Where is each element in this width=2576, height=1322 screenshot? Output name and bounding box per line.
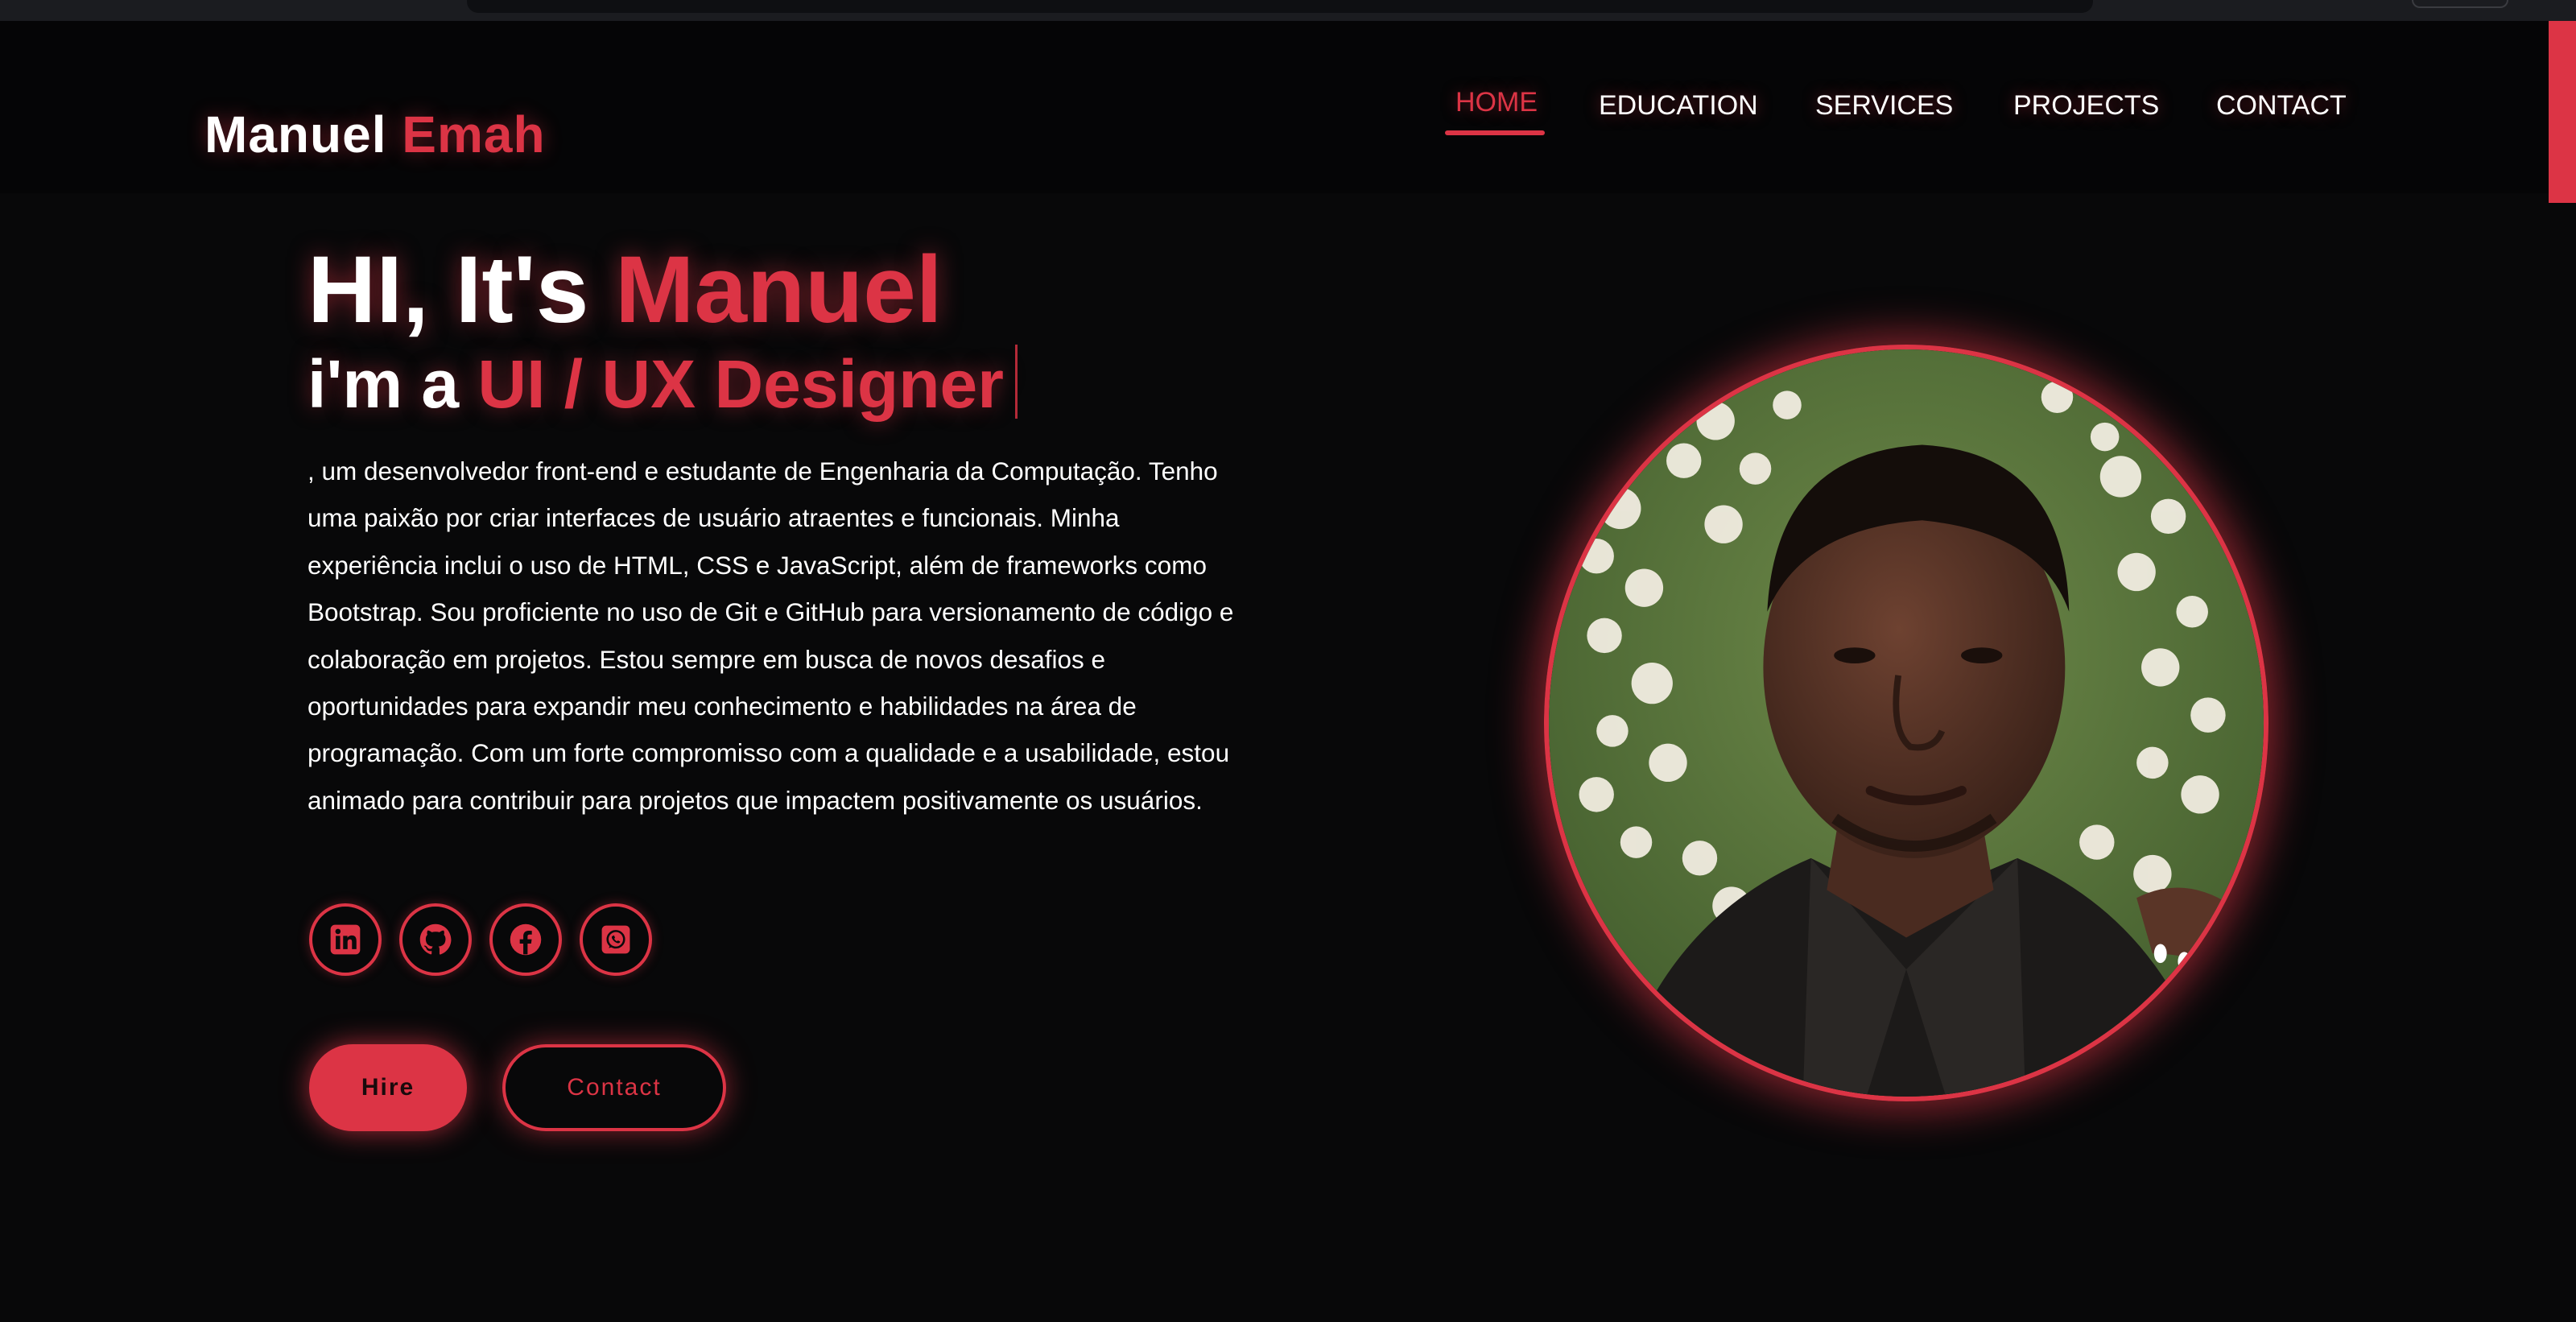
nav-education[interactable]: EDUCATION [1599, 90, 1758, 122]
typing-caret [1014, 345, 1018, 419]
hero-title: HI, It's Manuel [308, 235, 943, 345]
logo-first-name: Manuel [204, 105, 387, 163]
nav-projects[interactable]: PROJECTS [2013, 90, 2159, 122]
hero-subtitle: i'm a UI / UX Designer [308, 345, 1018, 423]
site-header: Manuel Emah [0, 21, 2576, 193]
portfolio-page: Manuel Emah HOME EDUCATION SERVICES PROJ… [0, 0, 2576, 1322]
nav-services[interactable]: SERVICES [1815, 90, 1953, 122]
browser-address-bar[interactable] [467, 0, 2093, 13]
nav-active-indicator [1445, 130, 1545, 135]
profile-photo [1544, 345, 2268, 1101]
hero-bio: , um desenvolvedor front-end e estudante… [308, 457, 1234, 815]
page-scrollbar-thumb[interactable] [2549, 21, 2576, 203]
site-logo[interactable]: Manuel Emah [204, 105, 546, 164]
linkedin-link[interactable] [309, 903, 382, 976]
role-text: UI / UX Designer [477, 346, 1004, 422]
nav-contact[interactable]: CONTACT [2216, 90, 2347, 122]
browser-control[interactable] [2412, 0, 2508, 8]
github-link[interactable] [399, 903, 472, 976]
nav-home[interactable]: HOME [1455, 87, 1538, 118]
github-icon [419, 923, 452, 955]
facebook-link[interactable] [489, 903, 562, 976]
role-prefix: i'm a [308, 346, 460, 422]
whatsapp-link[interactable] [580, 903, 652, 976]
facebook-icon [510, 923, 542, 956]
hero-name: Manuel [615, 237, 943, 343]
browser-top-bar [0, 0, 2576, 21]
profile-portrait-illustration [1549, 349, 2264, 1097]
logo-last-name: Emah [402, 105, 546, 163]
hire-button[interactable]: Hire [309, 1044, 467, 1131]
whatsapp-icon [601, 925, 630, 954]
hero-greeting: HI, It's [308, 237, 589, 343]
contact-button[interactable]: Contact [502, 1044, 726, 1131]
linkedin-icon [330, 924, 361, 955]
